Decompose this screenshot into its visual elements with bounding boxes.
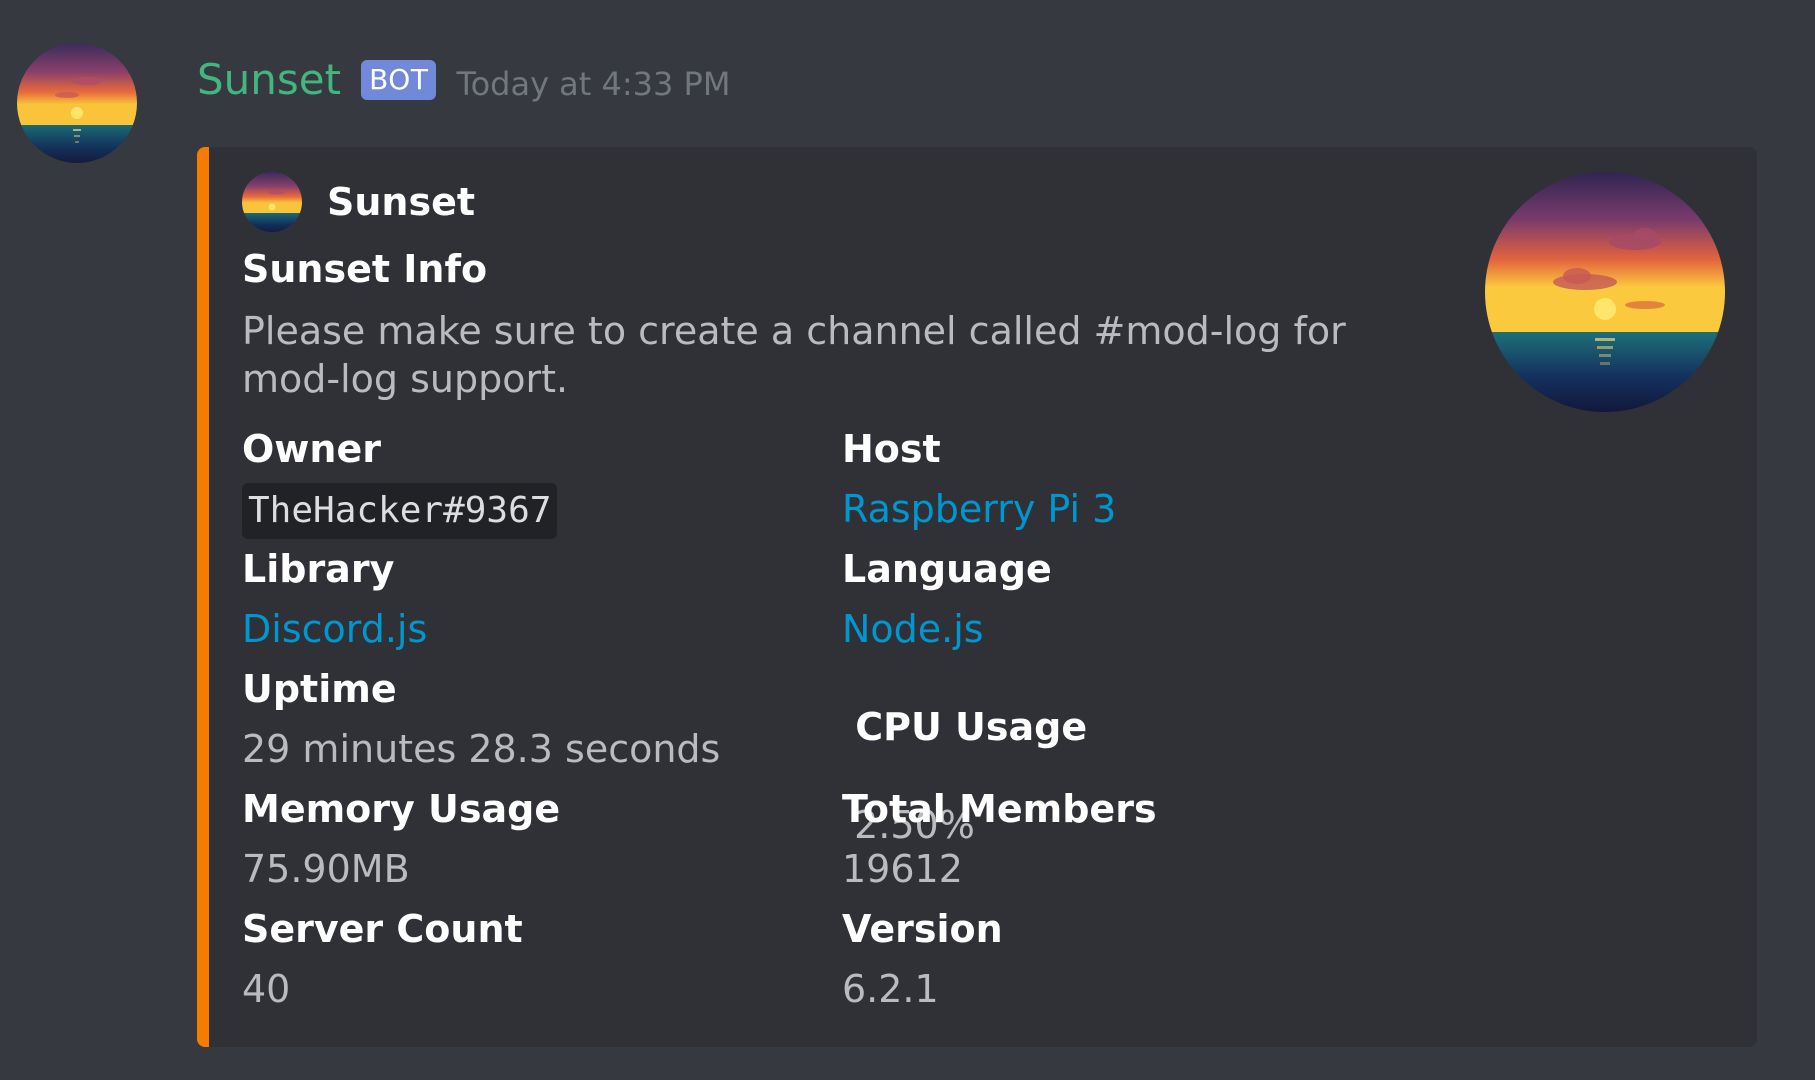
bot-avatar[interactable]	[17, 43, 137, 163]
field-memory-usage: Memory Usage 75.90MB	[242, 785, 802, 893]
embed-author: Sunset	[242, 172, 475, 232]
embed-thumbnail[interactable]	[1485, 172, 1725, 412]
field-name: Library	[242, 547, 395, 591]
field-name: CPU Usage	[842, 705, 1088, 749]
field-value: TheHacker#9367	[242, 483, 802, 539]
field-name: Memory Usage	[242, 787, 561, 831]
field-version: Version 6.2.1	[842, 905, 1402, 1013]
embed-author-name: Sunset	[327, 180, 476, 224]
library-link[interactable]: Discord.js	[242, 605, 802, 653]
field-name: Owner	[242, 427, 381, 471]
field-total-members: Total Members 19612	[842, 785, 1402, 893]
field-uptime: Uptime 29 minutes 28.3 seconds	[242, 665, 802, 773]
username[interactable]: Sunset	[197, 59, 341, 101]
message-timestamp: Today at 4:33 PM	[456, 65, 731, 103]
field-name: Host	[842, 427, 941, 471]
field-value: 6.2.1	[842, 967, 939, 1011]
field-name: Version	[842, 907, 1003, 951]
owner-code: TheHacker#9367	[242, 483, 558, 539]
host-link[interactable]: Raspberry Pi 3	[842, 485, 1402, 533]
field-value: 40	[242, 967, 291, 1011]
bot-badge: BOT	[361, 60, 437, 100]
chat-message: Sunset BOT Today at 4:33 PM Sunset Sunse…	[0, 0, 1815, 1080]
field-value: 29 minutes 28.3 seconds	[242, 727, 721, 771]
field-name: Total Members	[842, 787, 1157, 831]
embed-color-bar	[197, 147, 209, 1047]
field-owner: Owner TheHacker#9367	[242, 425, 802, 539]
sunset-thumbnail-image	[1485, 172, 1725, 412]
embed-title: Sunset Info	[242, 247, 488, 291]
field-value: 75.90MB	[242, 847, 410, 891]
field-library: Library Discord.js	[242, 545, 802, 653]
field-host: Host Raspberry Pi 3	[842, 425, 1402, 533]
field-name: Uptime	[242, 667, 397, 711]
message-header: Sunset BOT Today at 4:33 PM	[197, 50, 730, 110]
field-language: Language Node.js	[842, 545, 1402, 653]
language-link[interactable]: Node.js	[842, 605, 1402, 653]
info-embed: Sunset Sunset Info Please make sure to c…	[197, 147, 1757, 1047]
sunset-avatar-image	[17, 43, 137, 163]
field-server-count: Server Count 40	[242, 905, 802, 1013]
field-name: Server Count	[242, 907, 523, 951]
field-value: 19612	[842, 847, 963, 891]
embed-description: Please make sure to create a channel cal…	[242, 309, 1346, 401]
author-icon	[242, 172, 302, 232]
field-name: Language	[842, 547, 1052, 591]
